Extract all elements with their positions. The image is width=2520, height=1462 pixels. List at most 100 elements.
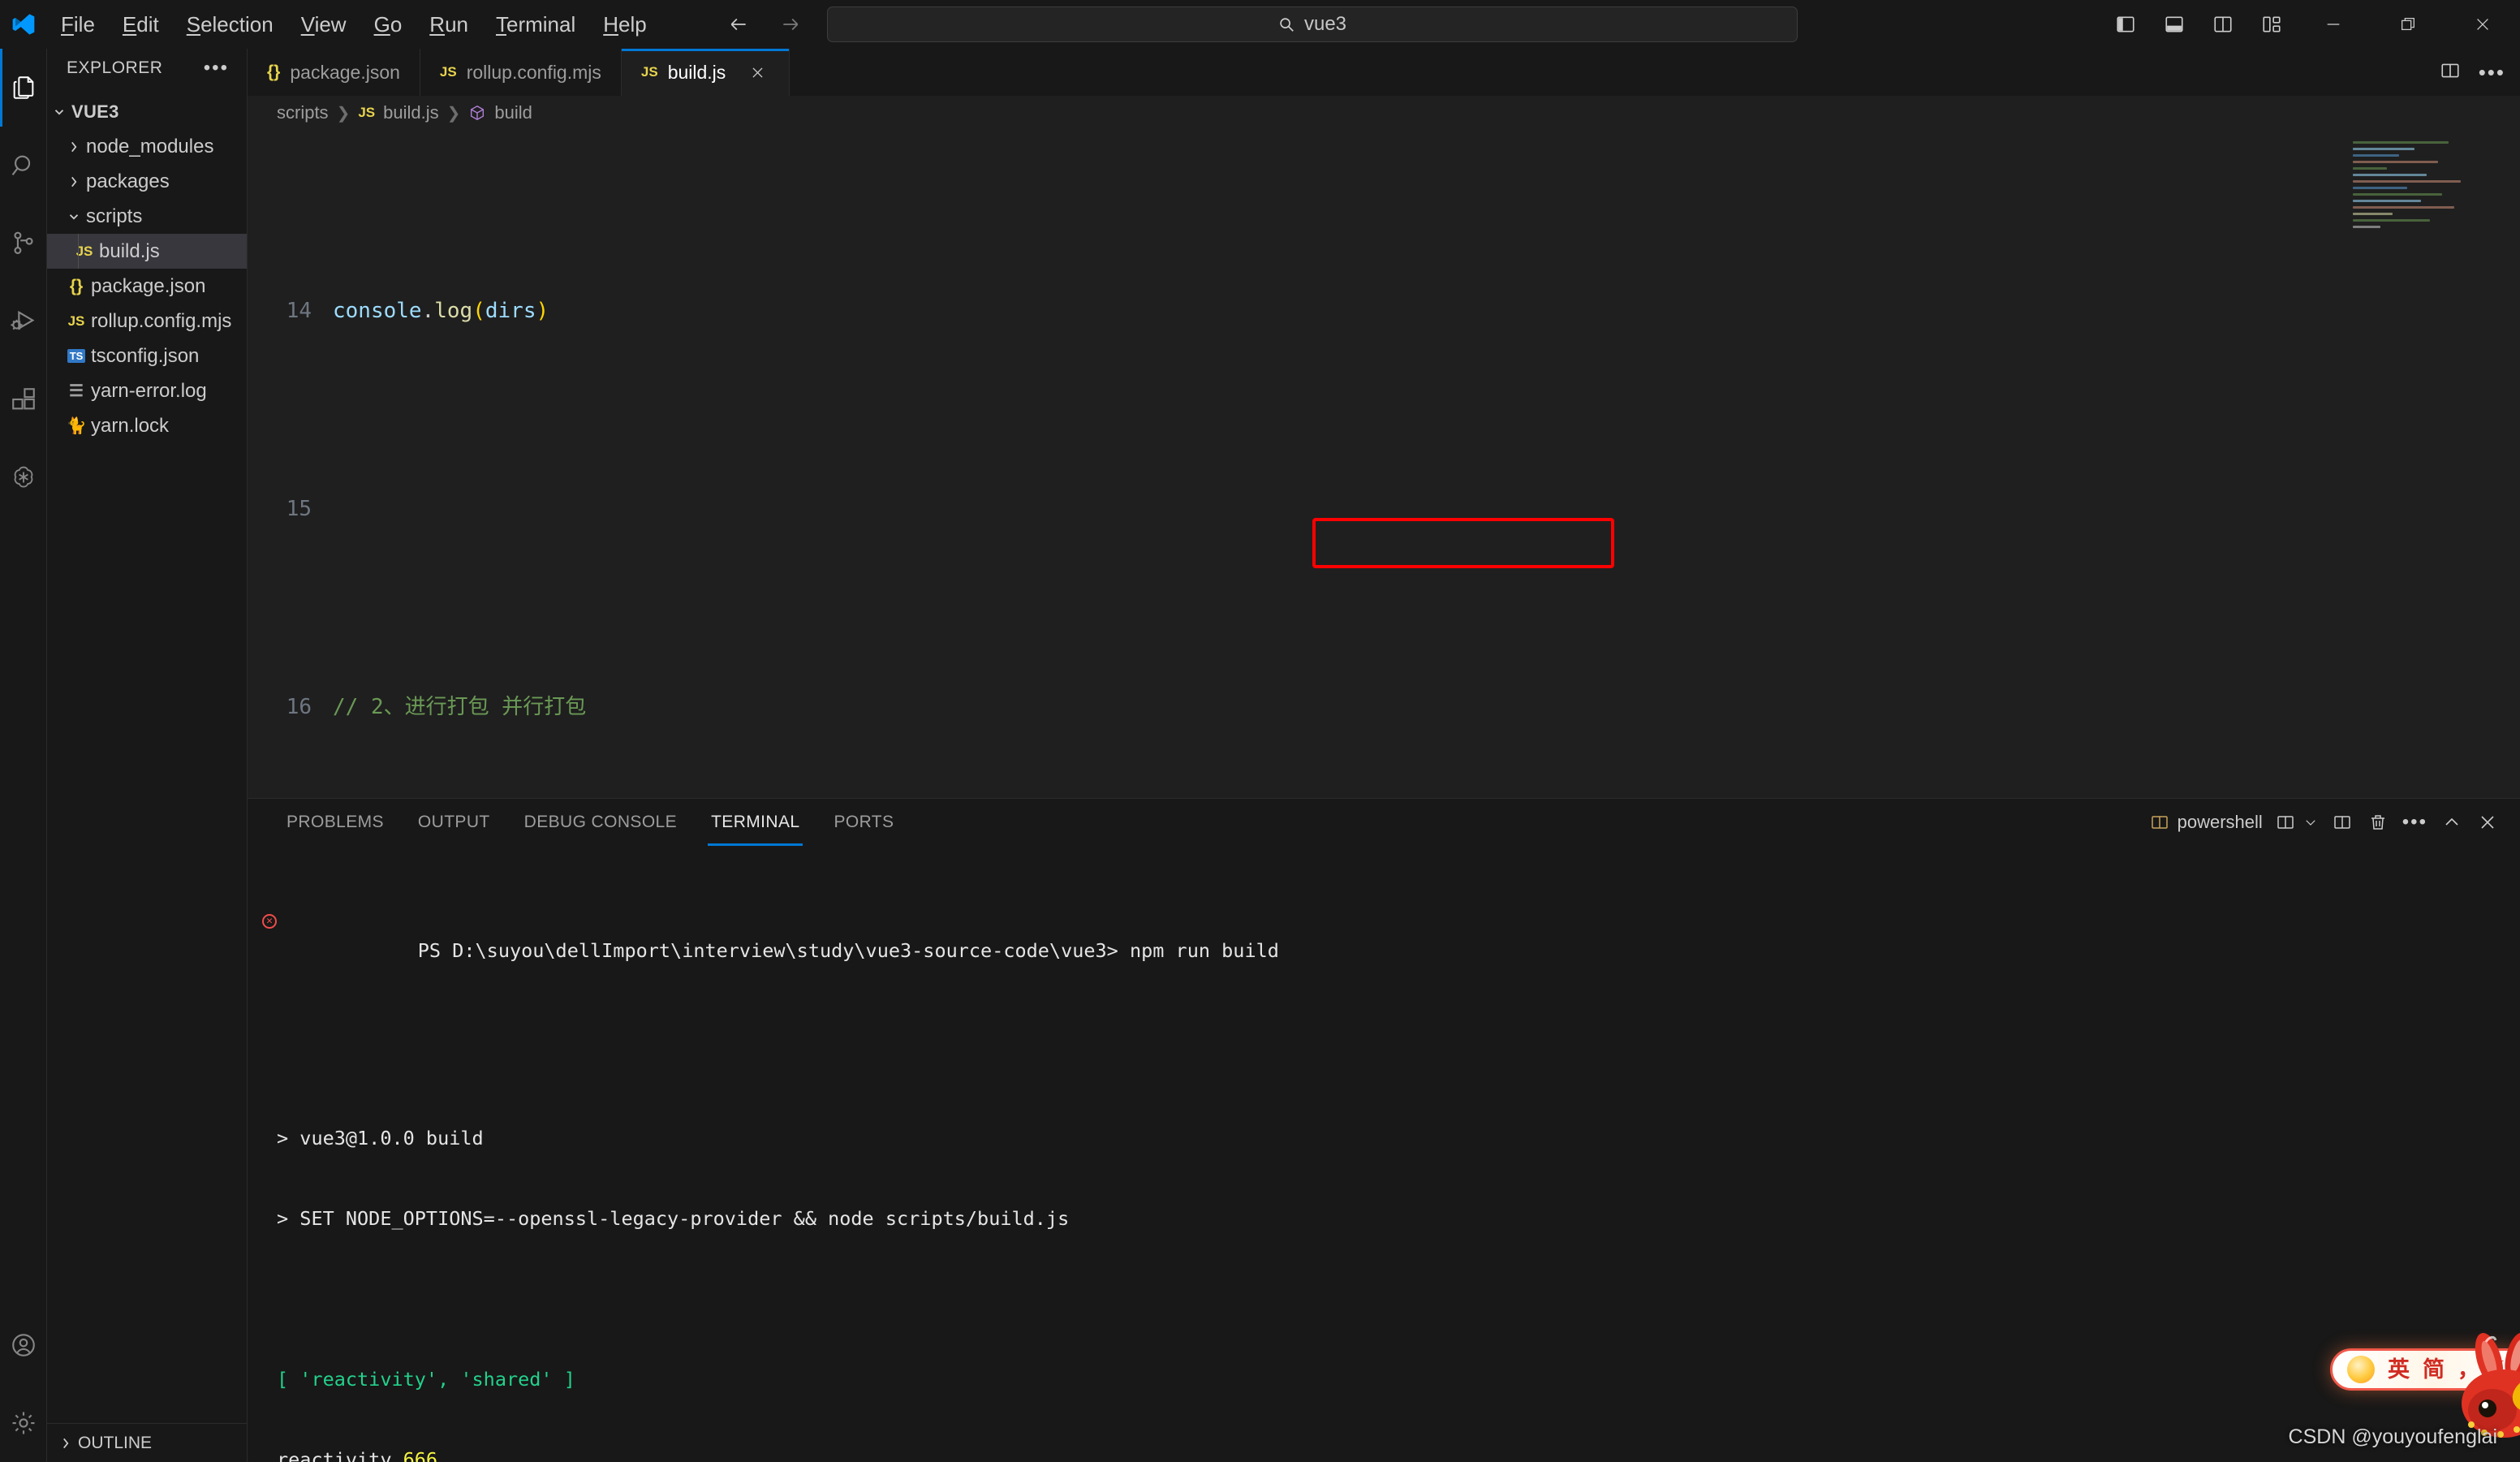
- tab-label: package.json: [290, 61, 400, 83]
- breadcrumb-item-build-js[interactable]: build.js: [383, 102, 438, 123]
- tab-debug-console[interactable]: DEBUG CONSOLE: [510, 799, 691, 846]
- tree-item-label: tsconfig.json: [91, 344, 200, 367]
- panel-more-actions[interactable]: •••: [2396, 804, 2434, 840]
- line-content: // 2、进行打包 并行打包: [333, 695, 587, 719]
- tree-item-node-modules[interactable]: node_modules: [47, 129, 247, 164]
- split-editor-icon[interactable]: [2440, 60, 2461, 85]
- ime-floating-bar[interactable]: 英 简 ， ☾: [2330, 1348, 2520, 1391]
- quick-input-search[interactable]: vue3: [826, 6, 1798, 42]
- tree-item-package-json[interactable]: {} package.json: [47, 269, 247, 304]
- customize-layout-icon[interactable]: [2252, 5, 2291, 44]
- ellipsis-icon: •••: [2402, 811, 2427, 833]
- terminal-line-text: [ 'reactivity', 'shared' ]: [277, 1368, 575, 1391]
- extensions-icon: [11, 388, 35, 410]
- toggle-secondary-sidebar-icon[interactable]: [2203, 5, 2242, 44]
- maximize-panel-button[interactable]: [2434, 804, 2470, 840]
- tree-item-yarn-error-log[interactable]: ☰ yarn-error.log: [47, 373, 247, 408]
- toggle-panel-icon[interactable]: [2155, 5, 2194, 44]
- ellipsis-icon[interactable]: •••: [204, 58, 229, 78]
- source-control-icon: [13, 231, 33, 254]
- editor-actions: •••: [2440, 49, 2520, 96]
- tab-terminal[interactable]: TERMINAL: [696, 799, 814, 846]
- ellipsis-icon[interactable]: •••: [2479, 62, 2505, 83]
- terminal-name: powershell: [2177, 812, 2263, 832]
- editor-tabs: {} package.json JS rollup.config.mjs JS …: [248, 49, 790, 96]
- tree-item-rollup-config[interactable]: JS rollup.config.mjs: [47, 304, 247, 339]
- tree-root-vue3[interactable]: VUE3: [47, 94, 247, 129]
- ime-moon-icon[interactable]: ☾: [2492, 1356, 2505, 1383]
- chevron-right-icon: [62, 175, 86, 189]
- tree-item-label: yarn-error.log: [91, 379, 207, 402]
- close-window-button[interactable]: [2445, 0, 2520, 49]
- ime-punctuation-icon[interactable]: ，: [2458, 1356, 2479, 1383]
- json-file-icon: {}: [267, 63, 281, 81]
- ime-sun-icon: [2347, 1356, 2375, 1383]
- activity-item-extensions[interactable]: [0, 360, 47, 438]
- launch-profile-button[interactable]: [2269, 804, 2324, 840]
- tab-problems[interactable]: PROBLEMS: [272, 799, 398, 846]
- chevron-down-icon: [2306, 820, 2315, 826]
- terminal-line: > SET NODE_OPTIONS=--openssl-legacy-prov…: [277, 1205, 2520, 1232]
- file-tree: VUE3 node_modules packages scripts JS bu…: [47, 88, 247, 1423]
- panel-tabs: PROBLEMS OUTPUT DEBUG CONSOLE TERMINAL P…: [272, 799, 908, 846]
- split-terminal-button[interactable]: [2324, 804, 2360, 840]
- tree-item-label: packages: [86, 170, 170, 192]
- minimize-window-button[interactable]: [2296, 0, 2371, 49]
- menu-help[interactable]: Help: [589, 9, 660, 40]
- ts-file-icon: TS: [62, 349, 91, 363]
- tab-build-js[interactable]: JS build.js: [621, 49, 790, 96]
- activity-item-search[interactable]: [0, 127, 47, 205]
- code-editor[interactable]: 14 console.log(dirs) 15 16 // 2、进行打包 并行打…: [248, 130, 2520, 798]
- breadcrumb-item-scripts[interactable]: scripts: [277, 102, 329, 123]
- tab-ports[interactable]: PORTS: [819, 799, 908, 846]
- tree-item-yarn-lock[interactable]: 🐈 yarn.lock: [47, 408, 247, 443]
- go-forward-icon[interactable]: [775, 9, 806, 40]
- kill-terminal-button[interactable]: [2360, 804, 2396, 840]
- activity-item-explorer[interactable]: [0, 49, 47, 127]
- close-panel-button[interactable]: [2470, 804, 2505, 840]
- ime-width-label[interactable]: 简: [2423, 1356, 2445, 1383]
- menu-edit[interactable]: Edit: [109, 9, 173, 40]
- files-icon: [13, 76, 33, 99]
- activity-item-settings[interactable]: [0, 1384, 47, 1462]
- restore-window-button[interactable]: [2371, 0, 2445, 49]
- menu-file[interactable]: File: [47, 9, 109, 40]
- menu-bar[interactable]: File Edit Selection View Go Run Terminal…: [47, 9, 661, 40]
- menu-run[interactable]: Run: [416, 9, 482, 40]
- activity-item-source-control[interactable]: [0, 205, 47, 282]
- tree-item-scripts[interactable]: scripts: [47, 199, 247, 234]
- outline-label: OUTLINE: [78, 1433, 153, 1452]
- chevron-right-icon: ❯: [336, 104, 351, 123]
- tree-item-packages[interactable]: packages: [47, 164, 247, 199]
- tree-item-label: yarn.lock: [91, 414, 170, 437]
- menu-selection[interactable]: Selection: [173, 9, 287, 40]
- quick-input-value: vue3: [1303, 13, 1347, 35]
- minimap[interactable]: [2353, 141, 2507, 247]
- title-bar: File Edit Selection View Go Run Terminal…: [0, 0, 2520, 49]
- tree-item-build-js[interactable]: JS build.js: [47, 234, 247, 269]
- chevron-down-icon: [47, 105, 71, 119]
- toggle-primary-sidebar-icon[interactable]: [2106, 5, 2145, 44]
- activity-item-run-debug[interactable]: [0, 282, 47, 360]
- close-icon[interactable]: [745, 60, 769, 84]
- go-back-icon[interactable]: [723, 9, 754, 40]
- tree-item-tsconfig[interactable]: TS tsconfig.json: [47, 339, 247, 373]
- search-icon: [11, 155, 30, 175]
- breadcrumb-item-build-symbol[interactable]: build: [494, 102, 532, 123]
- activity-item-chatgpt[interactable]: [0, 438, 47, 516]
- menu-terminal[interactable]: Terminal: [482, 9, 589, 40]
- tab-rollup-config-mjs[interactable]: JS rollup.config.mjs: [420, 49, 622, 96]
- ime-mode-label[interactable]: 英: [2388, 1356, 2410, 1383]
- menu-go[interactable]: Go: [360, 9, 416, 40]
- title-bar-actions: [2101, 0, 2520, 49]
- terminal-output[interactable]: ✕ PS D:\suyou\dellImport\interview\study\…: [248, 846, 2520, 1462]
- tab-output[interactable]: OUTPUT: [403, 799, 505, 846]
- chatgpt-icon: [14, 466, 32, 488]
- menu-view[interactable]: View: [287, 9, 360, 40]
- activity-item-accounts[interactable]: [0, 1306, 47, 1384]
- symbol-method-icon: [468, 104, 486, 122]
- terminal-tab-powershell[interactable]: powershell: [2143, 804, 2269, 840]
- breadcrumb: scripts ❯ JS build.js ❯ build: [248, 96, 2520, 130]
- outline-section-header[interactable]: OUTLINE: [47, 1423, 247, 1462]
- tab-package-json[interactable]: {} package.json: [248, 49, 420, 96]
